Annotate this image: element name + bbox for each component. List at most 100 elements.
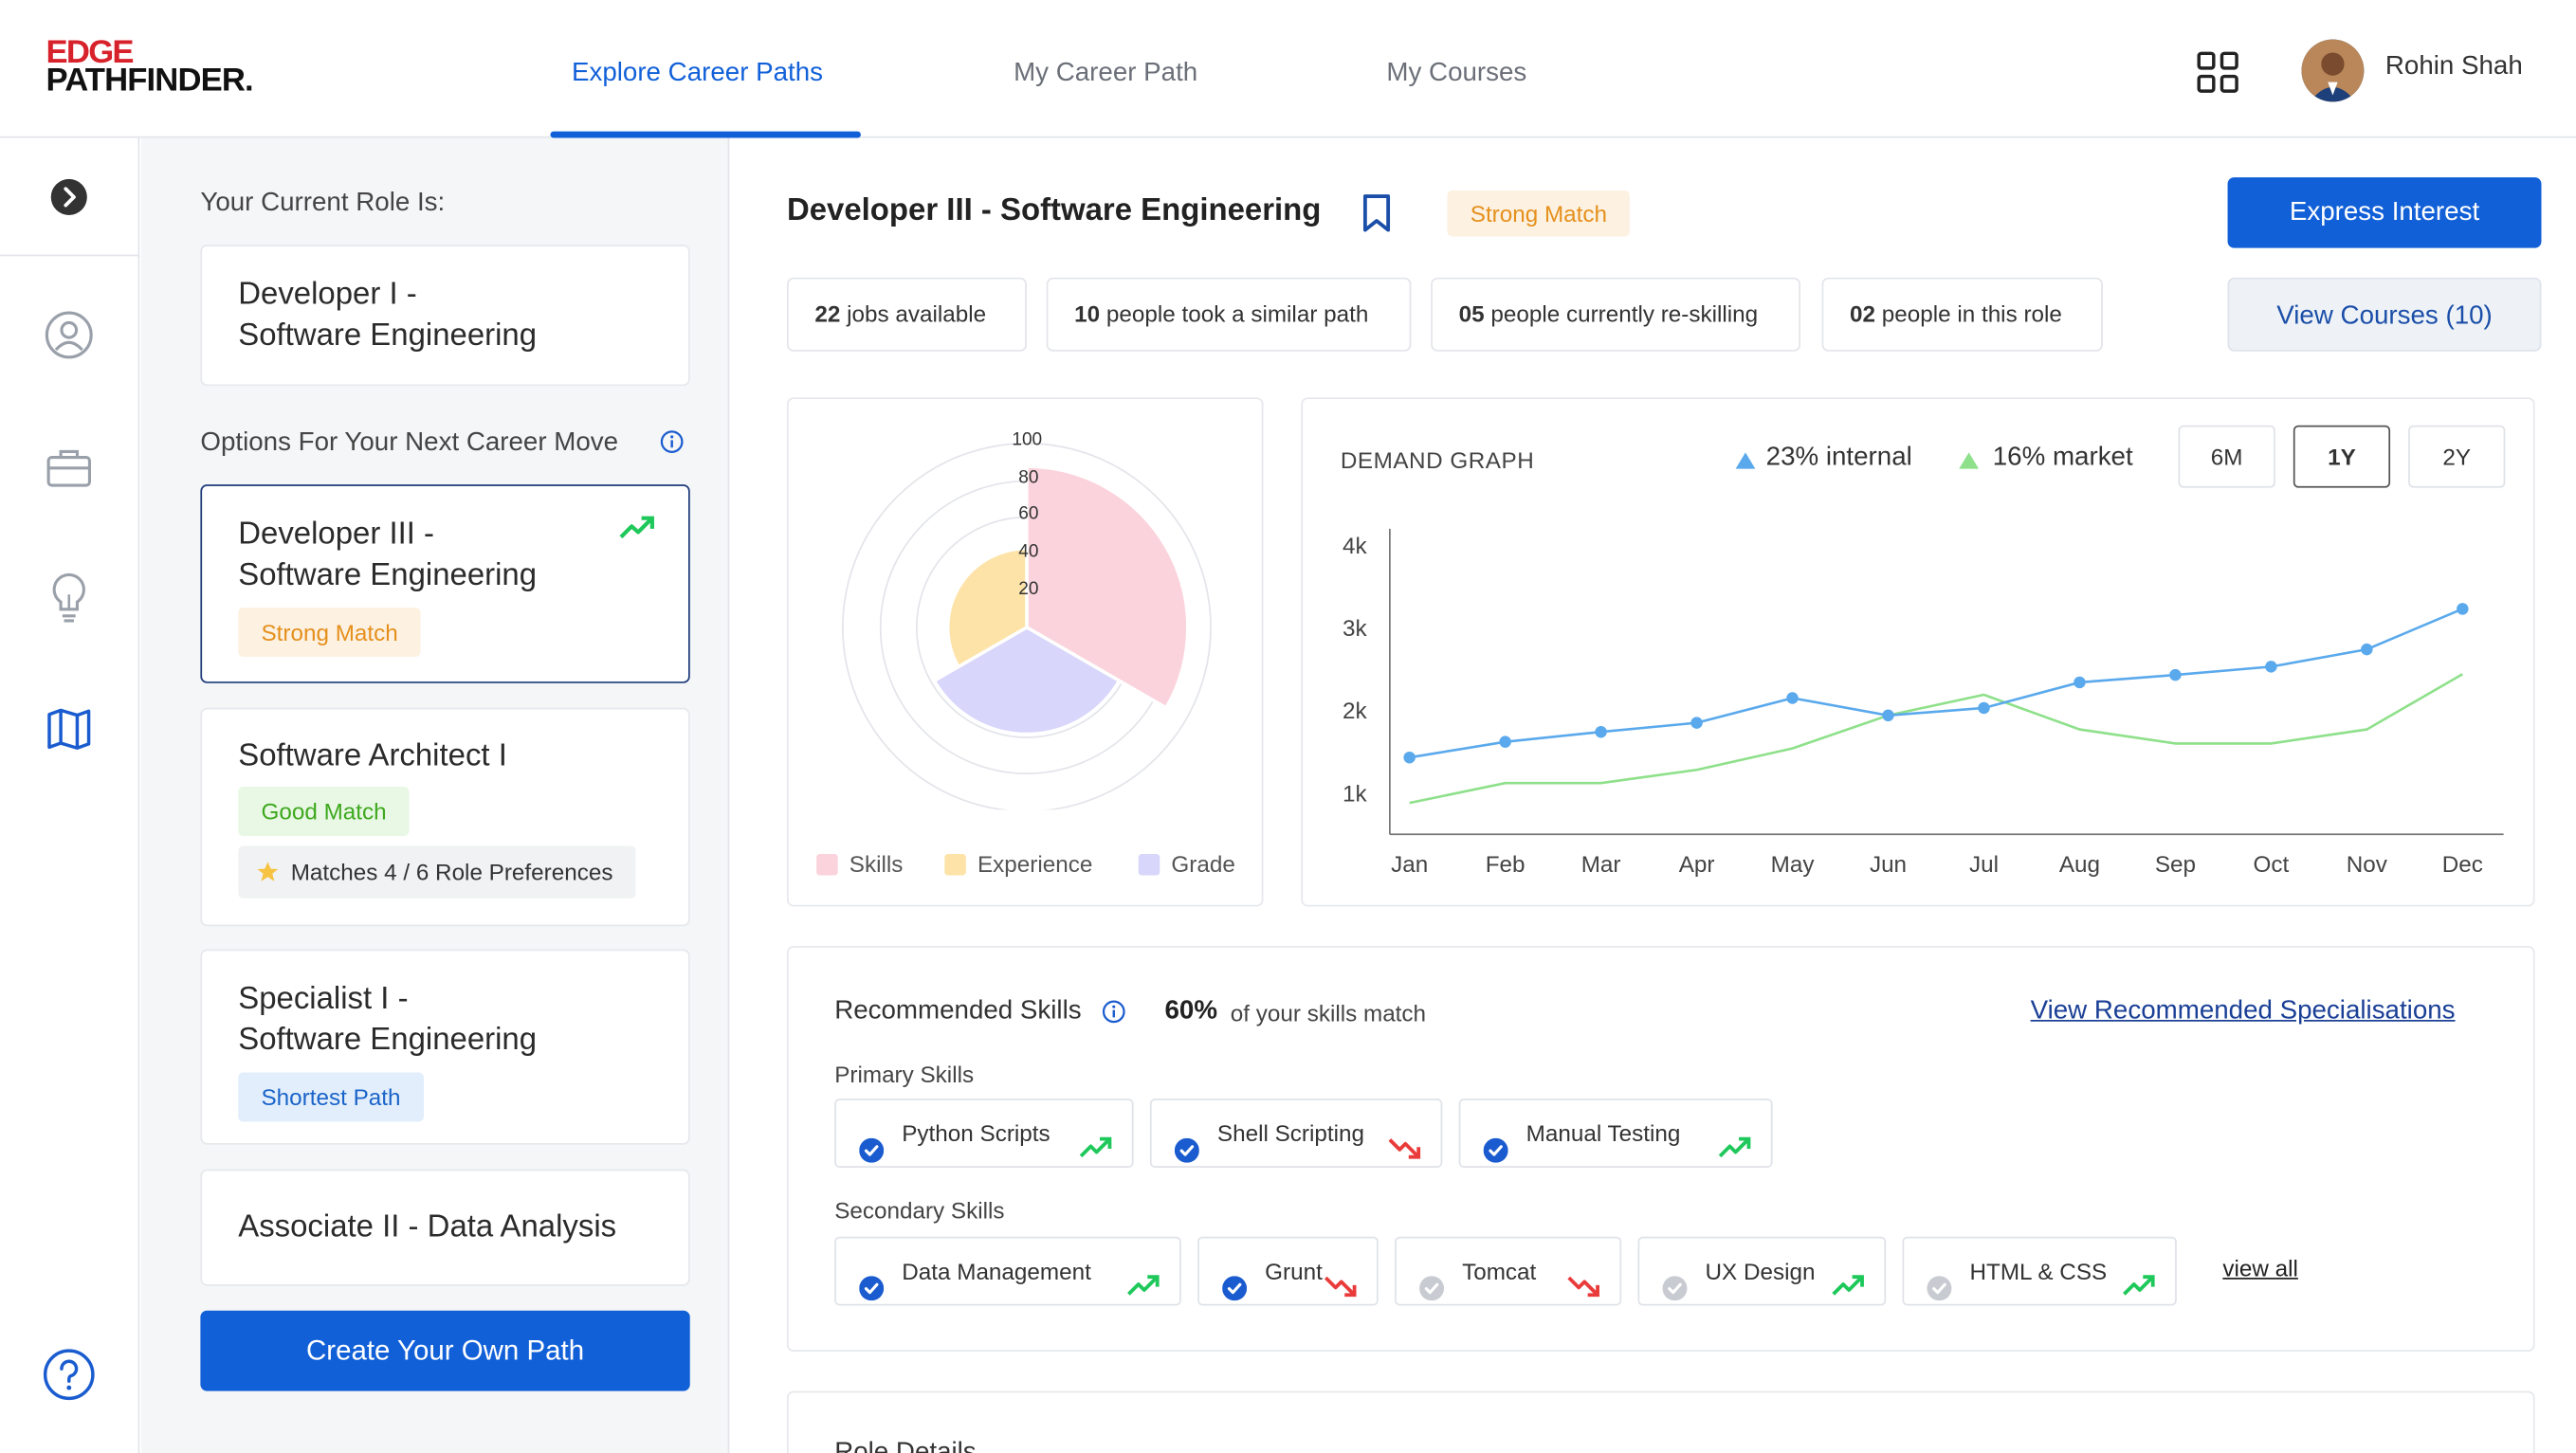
active-tab-indicator [550, 131, 861, 138]
skill-name: Python Scripts [902, 1119, 1050, 1147]
skill-chip[interactable]: Grunt [1197, 1236, 1379, 1306]
skill-name: Tomcat [1462, 1258, 1537, 1284]
skill-chip[interactable]: Manual Testing [1458, 1099, 1773, 1168]
career-options-panel: Your Current Role Is: Developer I - Soft… [141, 137, 730, 1453]
data-point-internal[interactable] [2074, 676, 2086, 689]
create-own-path-button[interactable]: Create Your Own Path [200, 1310, 690, 1391]
current-role-line2: Software Engineering [238, 318, 538, 354]
skill-chip[interactable]: HTML & CSS [1902, 1236, 2177, 1306]
unchecked-circle-icon[interactable] [1419, 1260, 1445, 1301]
avatar[interactable] [2301, 39, 2365, 102]
x-tick-label: May [1771, 852, 1816, 878]
option-title: Software Engineering [238, 558, 538, 593]
data-point-internal[interactable] [2457, 603, 2469, 615]
data-point-internal[interactable] [1786, 692, 1799, 704]
view-all-skills-link[interactable]: view all [2222, 1255, 2298, 1281]
check-circle-icon[interactable] [1174, 1121, 1199, 1163]
stat-similar-path: 10 people took a similar path [1046, 277, 1412, 352]
data-point-internal[interactable] [1403, 751, 1416, 764]
current-role-label: Your Current Role Is: [200, 189, 446, 217]
app-logo[interactable]: EDGE PATHFINDER. [46, 36, 254, 97]
skill-chip[interactable]: Shell Scripting [1149, 1099, 1443, 1168]
range-2y-button[interactable]: 2Y [2408, 425, 2506, 488]
secondary-skills-label: Secondary Skills [834, 1197, 1005, 1224]
check-circle-icon[interactable] [1222, 1260, 1248, 1301]
help-icon[interactable] [43, 1349, 95, 1401]
x-tick-label: Jan [1391, 852, 1428, 878]
skill-chip[interactable]: Data Management [834, 1236, 1181, 1306]
express-interest-button[interactable]: Express Interest [2227, 177, 2542, 248]
user-icon[interactable] [45, 310, 94, 359]
bookmark-icon[interactable] [1361, 193, 1394, 233]
stat-number: 02 [1850, 300, 1876, 327]
skill-chip[interactable]: Tomcat [1395, 1236, 1622, 1306]
check-circle-icon[interactable] [859, 1260, 885, 1301]
data-point-internal[interactable] [2169, 668, 2182, 681]
current-role-line1: Developer I - [238, 277, 417, 313]
view-courses-button[interactable]: View Courses (10) [2227, 277, 2542, 352]
data-point-internal[interactable] [1690, 717, 1703, 729]
match-badge: Strong Match [238, 608, 422, 658]
unchecked-circle-icon[interactable] [1662, 1260, 1688, 1301]
trend-up-icon [1079, 1120, 1112, 1158]
trend-down-icon [1324, 1258, 1358, 1298]
check-circle-icon[interactable] [859, 1121, 885, 1163]
option-card-specialist[interactable]: Specialist I - Software Engineering Shor… [200, 949, 690, 1145]
preferences-text: Matches 4 / 6 Role Preferences [290, 859, 613, 885]
x-tick-label: Sep [2155, 852, 2196, 878]
unchecked-circle-icon[interactable] [1927, 1260, 1952, 1301]
triangle-up-icon [1959, 452, 1980, 469]
skill-chip[interactable]: Python Scripts [834, 1099, 1134, 1168]
map-icon[interactable] [46, 708, 93, 751]
triangle-up-icon [1735, 452, 1756, 469]
internal-demand-kpi: 23% internal [1765, 443, 1912, 472]
skill-chip[interactable]: UX Design [1637, 1236, 1887, 1306]
check-circle-icon[interactable] [1483, 1121, 1508, 1163]
preferences-badge: Matches 4 / 6 Role Preferences [238, 845, 636, 899]
data-point-internal[interactable] [2265, 661, 2277, 673]
role-title: Developer III - Software Engineering [786, 193, 1322, 228]
recommended-skills-title: Recommended Skills [834, 996, 1082, 1026]
user-name[interactable]: Rohin Shah [2385, 52, 2523, 82]
chevron-right-icon[interactable] [49, 177, 89, 217]
y-tick-label: 3k [1343, 616, 1367, 642]
apps-grid-icon[interactable] [2197, 51, 2239, 94]
tab-my-courses[interactable]: My Courses [1386, 59, 1526, 88]
current-role-card: Developer I - Software Engineering [200, 245, 690, 387]
option-title: Specialist I - [238, 982, 409, 1017]
stat-in-role: 02 people in this role [1821, 277, 2103, 352]
x-tick-label: Mar [1581, 852, 1621, 878]
option-card-associate[interactable]: Associate II - Data Analysis [200, 1169, 690, 1286]
info-icon[interactable] [660, 430, 684, 453]
option-title: Developer III - [238, 517, 435, 553]
view-recommended-specialisations-link[interactable]: View Recommended Specialisations [2031, 997, 2456, 1026]
lightbulb-icon[interactable] [49, 572, 89, 624]
trend-up-icon [619, 516, 654, 539]
stat-text: jobs available [840, 300, 987, 327]
tab-my-career-path[interactable]: My Career Path [1014, 59, 1197, 88]
skill-name: Manual Testing [1526, 1119, 1681, 1147]
stat-jobs-available: 22 jobs available [786, 277, 1027, 352]
data-point-internal[interactable] [1595, 725, 1607, 738]
option-title: Associate II - Data Analysis [238, 1209, 617, 1245]
stat-text: people in this role [1875, 300, 2062, 327]
radar-tick: 60 [1018, 503, 1039, 524]
skill-name: UX Design [1705, 1258, 1816, 1284]
tab-explore-career-paths[interactable]: Explore Career Paths [572, 59, 823, 88]
y-tick-label: 2k [1343, 699, 1367, 724]
stat-number: 22 [814, 300, 841, 327]
briefcase-icon[interactable] [46, 448, 93, 488]
trend-down-icon [1388, 1120, 1421, 1159]
data-point-internal[interactable] [1882, 709, 1894, 722]
range-6m-button[interactable]: 6M [2178, 425, 2275, 488]
option-card-software-architect[interactable]: Software Architect I Good Match Matches … [200, 707, 690, 927]
info-icon[interactable] [1102, 1000, 1125, 1024]
option-card-developer-iii[interactable]: Developer III - Software Engineering Str… [200, 484, 690, 683]
data-point-internal[interactable] [1978, 701, 1990, 715]
legend-experience: Experience [944, 851, 1092, 877]
range-1y-button[interactable]: 1Y [2293, 425, 2391, 488]
data-point-internal[interactable] [2361, 643, 2373, 656]
data-point-internal[interactable] [1499, 736, 1511, 748]
x-tick-label: Jun [1870, 852, 1907, 878]
trend-up-icon [1832, 1258, 1865, 1296]
